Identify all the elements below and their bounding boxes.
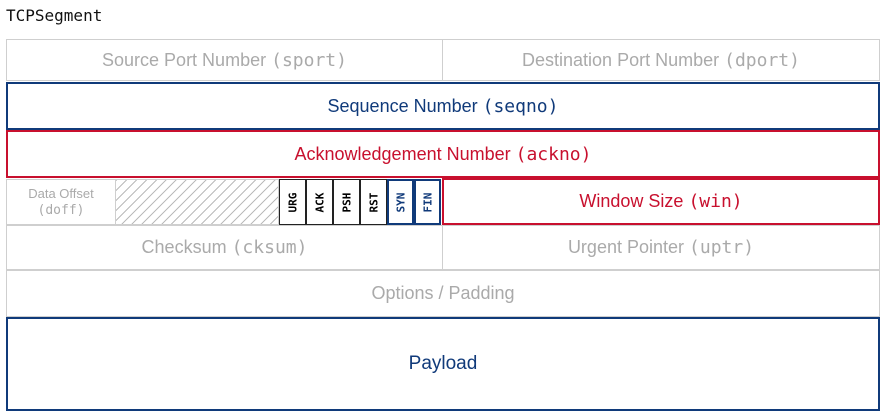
options-padding-field: Options / Padding bbox=[6, 270, 880, 317]
flag-fin: FIN bbox=[414, 179, 441, 225]
acknowledgement-number-label: Acknowledgement Number bbox=[294, 143, 511, 164]
destination-port-code: (dport) bbox=[724, 49, 800, 71]
checksum-field: Checksum (cksum) bbox=[6, 225, 443, 270]
data-offset-label: Data Offset bbox=[28, 186, 94, 201]
sequence-number-code: (seqno) bbox=[482, 95, 559, 117]
acknowledgement-number-code: (ackno) bbox=[515, 143, 592, 165]
window-size-code: (win) bbox=[688, 191, 743, 212]
diagram-title: TCPSegment bbox=[6, 6, 103, 25]
urgent-pointer-field: Urgent Pointer (uptr) bbox=[442, 225, 880, 270]
flag-rst: RST bbox=[360, 179, 387, 225]
window-size-field: Window Size (win) bbox=[442, 178, 880, 225]
sequence-number-label: Sequence Number bbox=[327, 95, 478, 116]
flag-syn: SYN bbox=[387, 179, 414, 225]
reserved-bits-hatch bbox=[115, 179, 279, 225]
acknowledgement-number-field: Acknowledgement Number (ackno) bbox=[6, 130, 880, 178]
payload-label: Payload bbox=[408, 353, 478, 374]
source-port-code: (sport) bbox=[271, 49, 347, 71]
urgent-pointer-code: (uptr) bbox=[689, 237, 755, 258]
payload-field: Payload bbox=[6, 317, 880, 411]
flag-psh: PSH bbox=[333, 179, 360, 225]
checksum-label: Checksum bbox=[141, 237, 227, 257]
checksum-code: (cksum) bbox=[231, 237, 308, 258]
flag-urg: URG bbox=[279, 179, 306, 225]
sequence-number-field: Sequence Number (seqno) bbox=[6, 82, 880, 130]
urgent-pointer-label: Urgent Pointer bbox=[567, 237, 684, 257]
destination-port-label: Destination Port Number bbox=[522, 49, 720, 70]
data-offset-field: Data Offset (doff) bbox=[6, 179, 116, 225]
data-offset-code: (doff) bbox=[37, 203, 85, 218]
window-size-label: Window Size bbox=[579, 191, 684, 211]
source-port-label: Source Port Number bbox=[102, 49, 267, 70]
destination-port-field: Destination Port Number (dport) bbox=[442, 39, 880, 81]
options-padding-label: Options / Padding bbox=[371, 283, 515, 303]
flag-ack: ACK bbox=[306, 179, 333, 225]
source-port-field: Source Port Number (sport) bbox=[6, 39, 443, 81]
